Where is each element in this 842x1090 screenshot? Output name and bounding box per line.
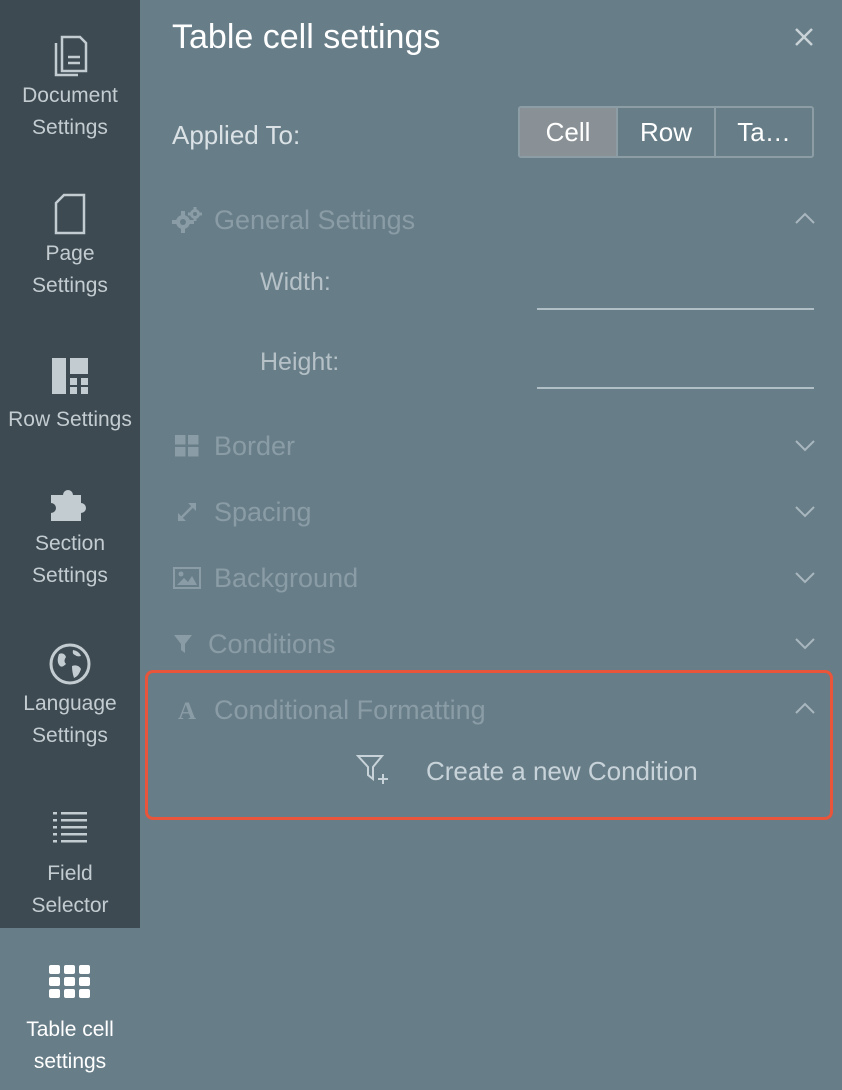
section-label: Border <box>214 430 296 461</box>
section-label: General Settings <box>214 204 416 235</box>
gears-icon <box>172 205 202 235</box>
chevron-down-icon <box>794 632 816 654</box>
applied-to-row-button[interactable]: Row <box>618 108 716 156</box>
section-label: Conditional Formatting <box>214 694 486 725</box>
panel-title: Table cell settings <box>172 18 441 56</box>
width-label: Width: <box>260 268 331 296</box>
sidebar-item-section-settings[interactable]: Section Settings <box>0 480 140 640</box>
chevron-down-icon <box>794 434 816 456</box>
sidebar-item-label: Row Settings <box>8 408 132 431</box>
applied-to-table-button[interactable]: Ta… <box>716 108 812 156</box>
sidebar-item-label: Field Selector <box>31 862 109 917</box>
create-new-condition-button[interactable]: Create a new Condition <box>355 752 698 791</box>
section-border[interactable]: Border <box>172 426 816 466</box>
section-label: Spacing <box>214 496 312 527</box>
close-icon <box>794 27 814 52</box>
section-label: Conditions <box>208 628 336 659</box>
list-icon <box>51 804 89 852</box>
page-icon <box>52 190 88 238</box>
sidebar-item-row-settings[interactable]: Row Settings <box>0 320 140 480</box>
applied-to-cell-button[interactable]: Cell <box>520 108 618 156</box>
resize-arrows-icon <box>172 497 202 527</box>
globe-icon <box>48 640 92 688</box>
section-background[interactable]: Background <box>172 558 816 598</box>
chevron-down-icon <box>794 566 816 588</box>
grid-icon <box>49 958 91 1006</box>
sidebar-item-document-settings[interactable]: Document Settings <box>0 0 140 160</box>
create-new-condition-label: Create a new Condition <box>426 756 698 786</box>
section-conditions[interactable]: Conditions <box>172 624 816 664</box>
svg-text:A: A <box>178 698 196 722</box>
sidebar-item-field-selector[interactable]: Field Selector <box>0 800 140 928</box>
sidebar-item-page-settings[interactable]: Page Settings <box>0 160 140 320</box>
sidebar-item-language-settings[interactable]: Language Settings <box>0 640 140 800</box>
puzzle-icon <box>49 480 91 528</box>
height-label: Height: <box>260 348 340 376</box>
chevron-up-icon <box>794 698 816 720</box>
sidebar-item-label: Table cell settings <box>26 1018 114 1073</box>
sidebar-item-label: Page Settings <box>32 242 108 297</box>
settings-panel: Table cell settings Applied To: Cell Row… <box>140 0 842 1090</box>
row-layout-icon <box>50 352 90 400</box>
filter-add-icon <box>355 752 392 791</box>
section-spacing[interactable]: Spacing <box>172 492 816 532</box>
sidebar: Document Settings Page Settings Row Sett… <box>0 0 140 1090</box>
sidebar-item-table-cell-settings[interactable]: Table cell settings <box>0 928 140 1090</box>
applied-to-segmented-control: Cell Row Ta… <box>518 106 814 158</box>
sidebar-item-label: Document Settings <box>22 84 118 139</box>
height-input[interactable] <box>537 353 814 389</box>
section-general-settings[interactable]: General Settings <box>172 200 816 240</box>
sidebar-item-label: Language Settings <box>23 692 117 747</box>
section-label: Background <box>214 562 359 593</box>
border-grid-icon <box>172 431 202 461</box>
section-conditional-formatting[interactable]: A Conditional Formatting <box>172 690 816 730</box>
applied-to-label: Applied To: <box>172 120 301 150</box>
filter-icon <box>172 629 194 659</box>
close-button[interactable] <box>791 26 817 52</box>
width-input[interactable] <box>537 274 814 310</box>
sidebar-item-label: Section Settings <box>32 532 108 587</box>
chevron-up-icon <box>794 208 816 230</box>
font-a-icon: A <box>172 695 202 725</box>
document-icon <box>50 32 90 80</box>
image-icon <box>172 563 202 593</box>
chevron-down-icon <box>794 500 816 522</box>
